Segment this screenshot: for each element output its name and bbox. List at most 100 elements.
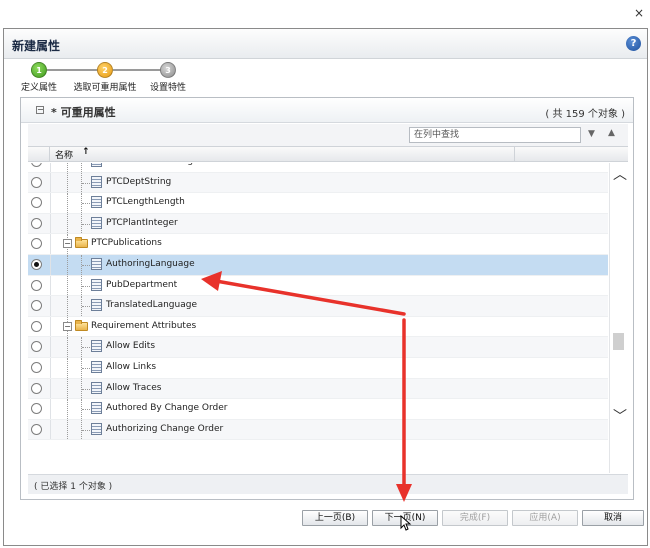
window-title-bar: × xyxy=(0,0,650,28)
tree-guide-line xyxy=(67,399,68,419)
tree-row-label: Authored By Change Order xyxy=(106,403,228,414)
selection-status: ( 已选择 1 个对象 ) xyxy=(28,474,628,494)
tree-attribute-row[interactable]: Allow Links xyxy=(28,358,608,379)
row-radio-button[interactable] xyxy=(31,423,42,435)
back-button[interactable]: 上一页(B) xyxy=(302,510,368,526)
tree-attribute-row[interactable]: Authored By Change Order xyxy=(28,399,608,420)
tree-row-label: Allow Edits xyxy=(106,341,156,352)
tree-attribute-row[interactable]: TranslatedLanguage xyxy=(28,296,608,317)
attribute-icon xyxy=(91,216,102,229)
tree-guide-line xyxy=(67,172,68,193)
tree-guide-line xyxy=(67,358,68,378)
help-icon[interactable]: ? xyxy=(626,36,641,51)
scroll-down-icon[interactable]: ﹀ xyxy=(613,410,627,424)
column-divider[interactable] xyxy=(514,147,515,161)
row-radio-button[interactable] xyxy=(31,279,42,291)
folder-icon xyxy=(75,319,88,331)
tree-attribute-row[interactable]: Allow Edits xyxy=(28,337,608,358)
tree-row-label: Requirement Attributes xyxy=(91,320,197,331)
attribute-icon xyxy=(91,381,102,394)
collapse-icon[interactable]: − xyxy=(36,106,44,114)
row-separator xyxy=(50,163,51,172)
dialog-title: 新建属性 xyxy=(12,39,61,53)
row-separator xyxy=(50,358,51,378)
tree-attribute-row[interactable]: AuthoringLanguage xyxy=(28,255,608,276)
step-label: 定义属性 xyxy=(20,83,57,93)
window-close-icon[interactable]: × xyxy=(634,7,644,19)
finish-button[interactable]: 完成(F) xyxy=(442,510,508,526)
find-in-column-input[interactable] xyxy=(409,127,581,143)
cancel-button[interactable]: 取消 xyxy=(582,510,644,526)
attribute-icon xyxy=(91,196,102,209)
attribute-icon xyxy=(91,340,102,353)
tree-guide-line xyxy=(67,213,68,234)
object-count: ( 共 159 个对象 ) xyxy=(545,109,625,120)
tree-row-label: Allow Links xyxy=(106,362,157,372)
mouse-pointer-icon xyxy=(400,515,412,531)
sort-ascending-icon[interactable]: ↑ xyxy=(82,147,90,157)
attribute-icon xyxy=(91,422,102,435)
attribute-icon xyxy=(91,402,102,415)
tree-guide-line xyxy=(67,378,68,399)
tree-folder-row[interactable]: − Requirement Attributes xyxy=(28,316,608,338)
reusable-attributes-panel: − * 可重用属性 ( 共 159 个对象 ) ▼ ▲ 名称 ↑ PTCComC… xyxy=(20,97,634,500)
tree-attribute-row[interactable]: Allow Traces xyxy=(28,378,608,400)
scroll-up-icon[interactable]: ︿ xyxy=(613,168,627,182)
column-header-name[interactable]: 名称 xyxy=(55,148,73,161)
scroll-thumb[interactable] xyxy=(613,333,624,350)
apply-button[interactable]: 应用(A) xyxy=(512,510,578,526)
tree-attribute-row[interactable]: PubDepartment xyxy=(28,275,608,297)
tree-attribute-row[interactable]: PTCLengthLength xyxy=(28,193,608,214)
tree-row-label: PTCDeptString xyxy=(106,176,172,187)
row-separator xyxy=(50,378,51,399)
tree-folder-row[interactable]: − PTCPublications xyxy=(28,234,608,255)
row-radio-button[interactable] xyxy=(31,362,42,373)
vertical-scrollbar[interactable]: ︿ ﹀ xyxy=(609,163,628,473)
row-radio-button[interactable] xyxy=(31,259,42,270)
row-separator xyxy=(50,255,51,275)
triangle-up-icon[interactable]: ▲ xyxy=(608,128,615,138)
tree-guide-line xyxy=(67,296,68,316)
tree-guide-line xyxy=(67,337,68,357)
tree-attribute-row[interactable]: PTCPlantInteger xyxy=(28,213,608,235)
tree-guide-line xyxy=(81,163,82,172)
select-column-header xyxy=(28,147,50,161)
new-attribute-dialog: 新建属性 ? 1 定义属性 2 选取可重用属性 3 设置特性 − * 可重用属性… xyxy=(3,28,648,546)
step-3-icon: 3 xyxy=(160,62,176,78)
step-select-reusable-attribute[interactable]: 2 选取可重用属性 xyxy=(70,62,140,93)
row-radio-button[interactable] xyxy=(31,163,42,167)
step-set-properties[interactable]: 3 设置特性 xyxy=(146,62,190,93)
tree-row-label: PubDepartment xyxy=(106,279,178,290)
row-separator xyxy=(50,419,51,440)
attribute-icon xyxy=(91,299,102,312)
tree-row-label: Allow Traces xyxy=(106,382,162,393)
tree-attribute-row[interactable]: Authorizing Change Order xyxy=(28,419,608,441)
step-1-icon: 1 xyxy=(31,62,47,78)
row-separator xyxy=(50,172,51,193)
tree-row-label: PTCLengthLength xyxy=(106,197,185,208)
tree-row-label: PTCComCodeString xyxy=(106,163,193,166)
tree-row-label: TranslatedLanguage xyxy=(106,300,197,311)
wizard-steps: 1 定义属性 2 选取可重用属性 3 设置特性 xyxy=(4,59,647,95)
tree-guide-line xyxy=(67,163,68,172)
step-define-attribute[interactable]: 1 定义属性 xyxy=(19,62,59,93)
row-radio-button[interactable] xyxy=(31,403,42,415)
folder-icon xyxy=(75,237,88,249)
filter-icon[interactable]: ▼ xyxy=(588,129,595,139)
row-radio-button[interactable] xyxy=(31,238,42,250)
row-radio-button[interactable] xyxy=(31,341,42,353)
tree-attribute-row[interactable]: PTCDeptString xyxy=(28,172,608,194)
row-radio-button[interactable] xyxy=(31,382,42,394)
step-2-icon: 2 xyxy=(97,62,113,78)
row-separator xyxy=(50,316,51,337)
tree-collapse-icon[interactable]: − xyxy=(63,239,72,249)
tree-attribute-row[interactable]: PTCComCodeString xyxy=(28,163,608,173)
tree-collapse-icon[interactable]: − xyxy=(63,321,72,331)
row-radio-button[interactable] xyxy=(31,176,42,188)
row-radio-button[interactable] xyxy=(31,320,42,332)
tree-guide-line xyxy=(67,255,68,275)
row-radio-button[interactable] xyxy=(31,300,42,312)
row-radio-button[interactable] xyxy=(31,217,42,229)
dialog-header: 新建属性 ? xyxy=(4,29,647,59)
row-radio-button[interactable] xyxy=(31,197,42,209)
